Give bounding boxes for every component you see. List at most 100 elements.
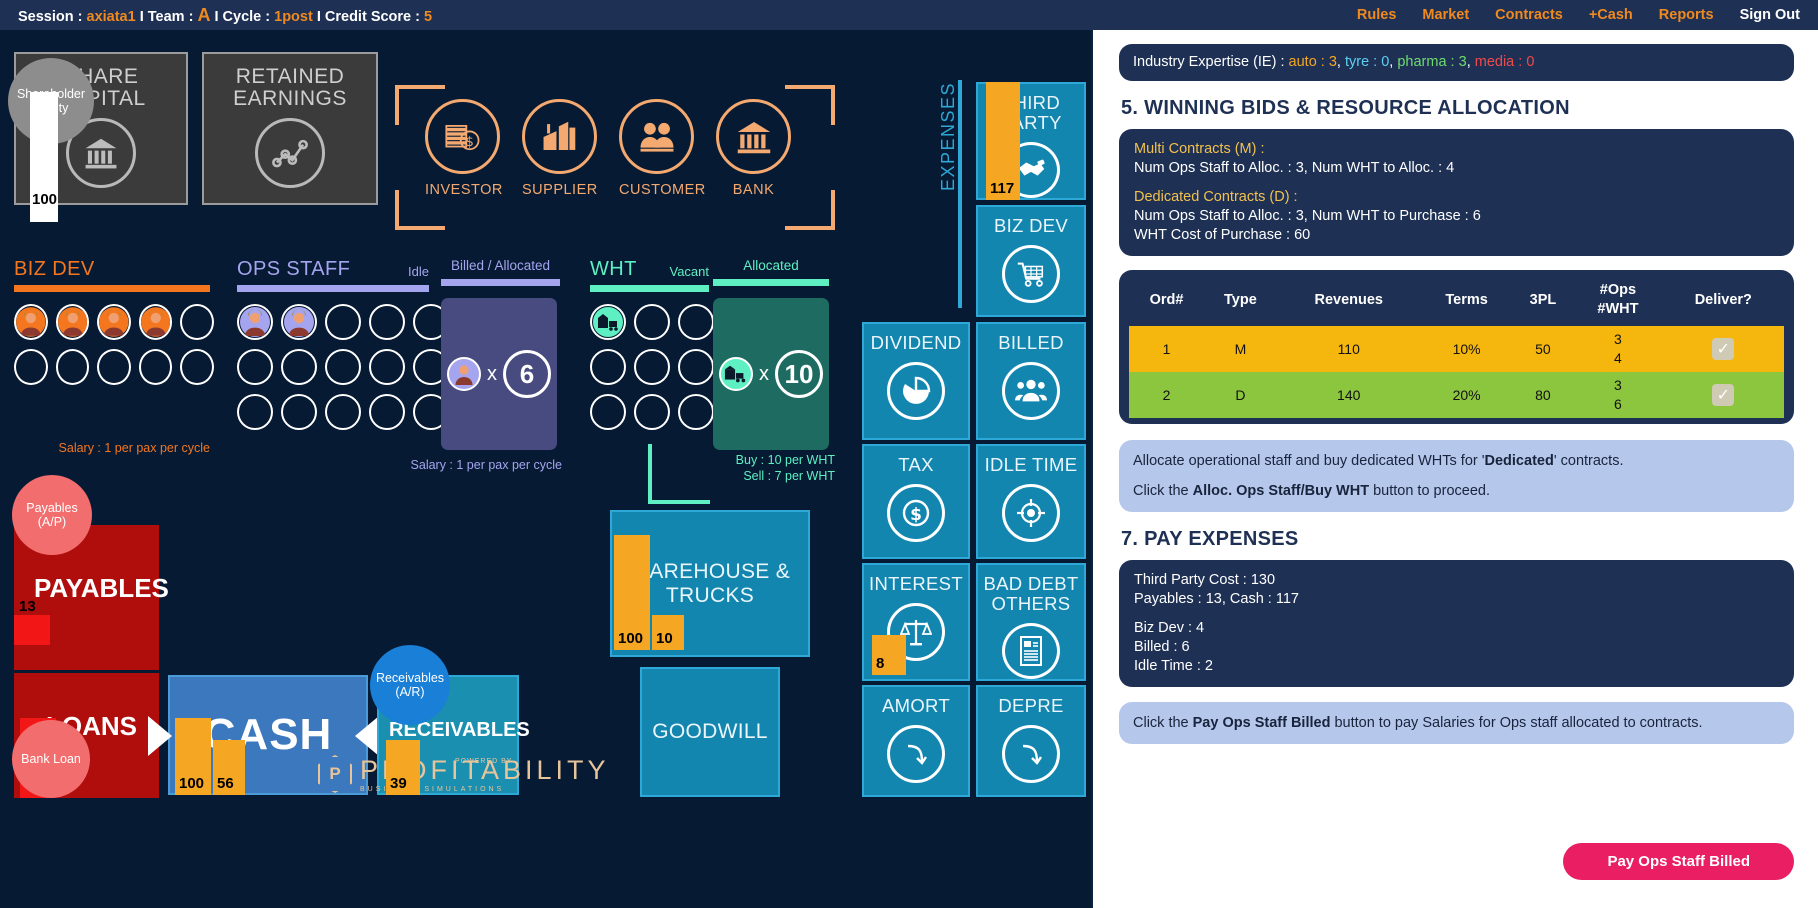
ops-slot[interactable]	[237, 304, 273, 340]
expense-line-2: Payables : 13, Cash : 117	[1134, 591, 1299, 607]
depre-icon	[1002, 725, 1060, 783]
ops-slot[interactable]	[281, 304, 317, 340]
bids-header-type: Type	[1224, 291, 1257, 308]
bids-table-row[interactable]: 1 M 110 10% 50 34 ✓	[1129, 326, 1784, 372]
wht-connector-h	[648, 500, 710, 504]
ops-slot[interactable]	[325, 349, 361, 385]
goodwill-tile[interactable]: GOODWILL	[640, 667, 780, 797]
tile-bad-debt-others[interactable]: BAD DEBT OTHERS	[976, 563, 1086, 681]
bizdev-group: BIZ DEV Salary : 1 per pax per cycle	[14, 258, 214, 455]
cell-deliver[interactable]: ✓	[1663, 326, 1784, 372]
funding-investor[interactable]: $ INVESTOR	[425, 99, 502, 198]
tile-label: IDLE TIME	[984, 454, 1078, 475]
bizdev-slot[interactable]	[138, 349, 173, 385]
section-5-title: 5. WINNING BIDS & RESOURCE ALLOCATION	[1121, 97, 1570, 119]
tile-idle-time[interactable]: IDLE TIME	[976, 444, 1086, 559]
wht-slot[interactable]	[678, 349, 714, 385]
funding-customer[interactable]: CUSTOMER	[619, 99, 705, 198]
nav-item-reports[interactable]: Reports	[1659, 7, 1714, 23]
wht-slot[interactable]	[590, 304, 626, 340]
bizdev-slot[interactable]	[97, 304, 131, 340]
wht-slot[interactable]	[678, 394, 714, 430]
ops-slot[interactable]	[325, 304, 361, 340]
nav-item-market[interactable]: Market	[1422, 7, 1469, 23]
bizdev-slot[interactable]	[97, 349, 131, 385]
bids-table-box: Ord# Type Revenues Terms 3PL #Ops #WHT Deliver?…	[1119, 270, 1794, 424]
team-icon	[1002, 362, 1060, 420]
bizdev-slot[interactable]	[14, 349, 48, 385]
pay-ops-staff-billed-button[interactable]: Pay Ops Staff Billed	[1563, 843, 1794, 880]
tile-amort[interactable]: AMORT	[862, 685, 970, 797]
tile-dividend[interactable]: DIVIDEND	[862, 322, 970, 440]
deliver-checkbox[interactable]: ✓	[1712, 384, 1735, 406]
factory-icon	[522, 99, 597, 174]
hint-allocate-line-1: Allocate operational staff and buy dedic…	[1133, 453, 1624, 469]
opsstaff-allocated-box[interactable]: x 6	[441, 298, 557, 450]
nav-item-cash[interactable]: +Cash	[1589, 7, 1633, 23]
bizdev-slot[interactable]	[55, 304, 90, 340]
shareholder-equity-bar: 100	[30, 92, 58, 222]
funding-bank[interactable]: BANK	[716, 99, 791, 198]
bizdev-slot[interactable]	[180, 304, 214, 340]
cell-type: M	[1234, 340, 1247, 357]
cell-3pl: 50	[1535, 340, 1551, 357]
receivables-bubble: Receivables (A/R)	[370, 645, 450, 725]
cell-revenues: 140	[1337, 386, 1361, 403]
svg-text:$: $	[910, 505, 922, 525]
wht-slot[interactable]	[634, 349, 670, 385]
nav-item-sign-out[interactable]: Sign Out	[1740, 7, 1800, 23]
wht-title: WHT	[590, 258, 637, 280]
deliver-checkbox[interactable]: ✓	[1712, 338, 1735, 360]
tile-bar-third-party: 117	[986, 82, 1020, 200]
bizdev-slot[interactable]	[14, 304, 48, 340]
wht-slot[interactable]	[634, 394, 670, 430]
tile-label: BILLED	[998, 332, 1064, 353]
cell-type: D	[1235, 386, 1246, 403]
funding-supplier[interactable]: SUPPLIER	[522, 99, 597, 198]
people-icon	[619, 99, 694, 174]
tile-depre[interactable]: DEPRE	[976, 685, 1086, 797]
ops-slot[interactable]	[237, 349, 273, 385]
bids-table-header-row: Ord# Type Revenues Terms 3PL #Ops #WHT Deliver?	[1129, 274, 1784, 326]
ops-slot[interactable]	[369, 304, 405, 340]
retained-earnings-box[interactable]: RETAINED EARNINGS	[202, 52, 378, 205]
tile-billed[interactable]: BILLED	[976, 322, 1086, 440]
payables-value: 13	[19, 598, 36, 615]
pie-icon	[887, 362, 945, 420]
bizdev-slot[interactable]	[138, 304, 173, 340]
ops-slot[interactable]	[281, 394, 317, 430]
ops-slot[interactable]	[369, 349, 405, 385]
session-label: Session :	[18, 8, 87, 25]
bizdev-slot[interactable]	[55, 349, 90, 385]
bids-header-ord: Ord#	[1149, 291, 1184, 308]
wht-slot[interactable]	[678, 304, 714, 340]
industry-expertise-box: Industry Expertise (IE) : auto : 3, tyre…	[1119, 44, 1794, 81]
ops-slot[interactable]	[325, 394, 361, 430]
session-info: Session : axiata1 I Team : A I Cycle : 1…	[18, 5, 432, 26]
main-nav: Rules Market Contracts +Cash Reports Sign Out	[1357, 7, 1800, 23]
tile-biz-dev[interactable]: BIZ DEV	[976, 205, 1086, 317]
bids-table-row[interactable]: 2 D 140 20% 80 36 ✓	[1129, 372, 1784, 418]
nav-item-contracts[interactable]: Contracts	[1495, 7, 1563, 23]
ops-slot[interactable]	[237, 394, 273, 430]
ops-slot[interactable]	[281, 349, 317, 385]
tile-bar-value: 117	[990, 180, 1015, 197]
wht-slot[interactable]	[634, 304, 670, 340]
bizdev-slot[interactable]	[180, 349, 214, 385]
cell-deliver[interactable]: ✓	[1663, 372, 1784, 418]
cart-icon	[1002, 245, 1060, 303]
wht-slots[interactable]	[590, 304, 715, 430]
receivables-bar: 39	[386, 740, 420, 795]
ops-slot[interactable]	[369, 394, 405, 430]
opsstaff-allocated-group: Billed / Allocated x 6	[441, 258, 566, 450]
bizdev-slots[interactable]	[14, 304, 214, 385]
ie-item-tyre: tyre : 0	[1344, 54, 1390, 70]
wht-slot[interactable]	[590, 349, 626, 385]
nav-item-rules[interactable]: Rules	[1357, 7, 1397, 23]
tile-label: BAD DEBT OTHERS	[983, 573, 1079, 614]
wht-slot[interactable]	[590, 394, 626, 430]
tile-tax[interactable]: TAX $	[862, 444, 970, 559]
cash-bar-1: 100	[175, 718, 211, 795]
wht-allocated-box[interactable]: x 10	[713, 298, 829, 450]
cash-from-receivables-arrow	[355, 716, 379, 756]
